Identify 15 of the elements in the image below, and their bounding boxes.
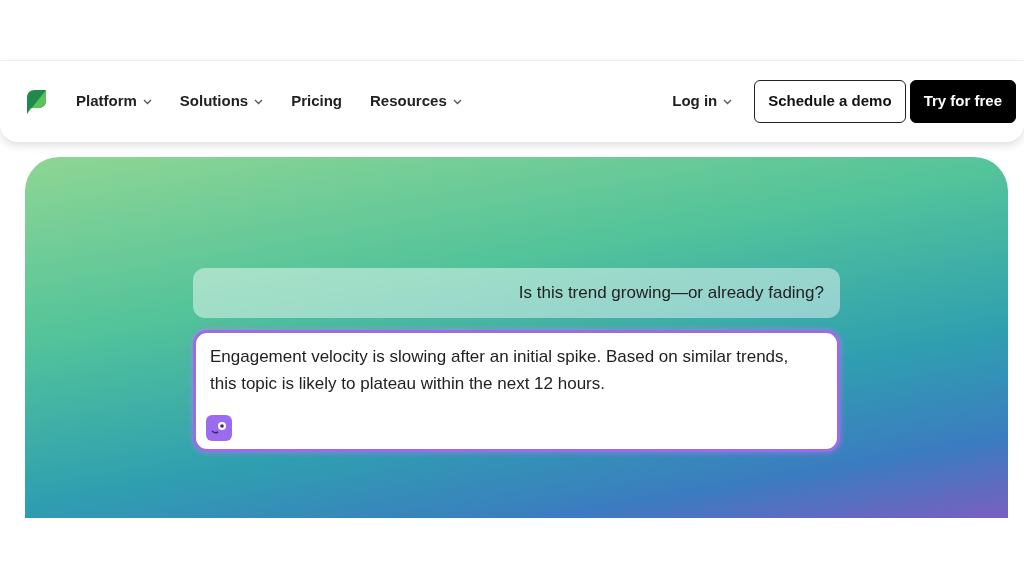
nav-link[interactable]: Pricing	[291, 90, 343, 113]
demo-button[interactable]: Schedule a demo	[754, 80, 906, 123]
leaf-logo-icon	[24, 87, 48, 116]
caret-icon	[254, 98, 264, 105]
nav-link[interactable]: Log in	[672, 90, 733, 113]
nav-link[interactable]: Solutions	[179, 90, 264, 113]
caret-icon	[142, 98, 152, 105]
answer-text: Engagement velocity is slowing after an initial spike. Based on similar trends, this topic is likely to plateau within the next 12 hours.	[210, 346, 790, 395]
nav-link[interactable]: Platform	[76, 90, 152, 113]
caret-icon	[723, 98, 733, 105]
nav-link[interactable]: Resources	[370, 90, 462, 113]
assistant-avatar-icon	[206, 415, 232, 441]
try-free-button[interactable]: Try for free	[909, 80, 1016, 123]
caret-icon	[452, 98, 462, 105]
question-text: Is this trend growing—or already fading?	[518, 282, 824, 305]
